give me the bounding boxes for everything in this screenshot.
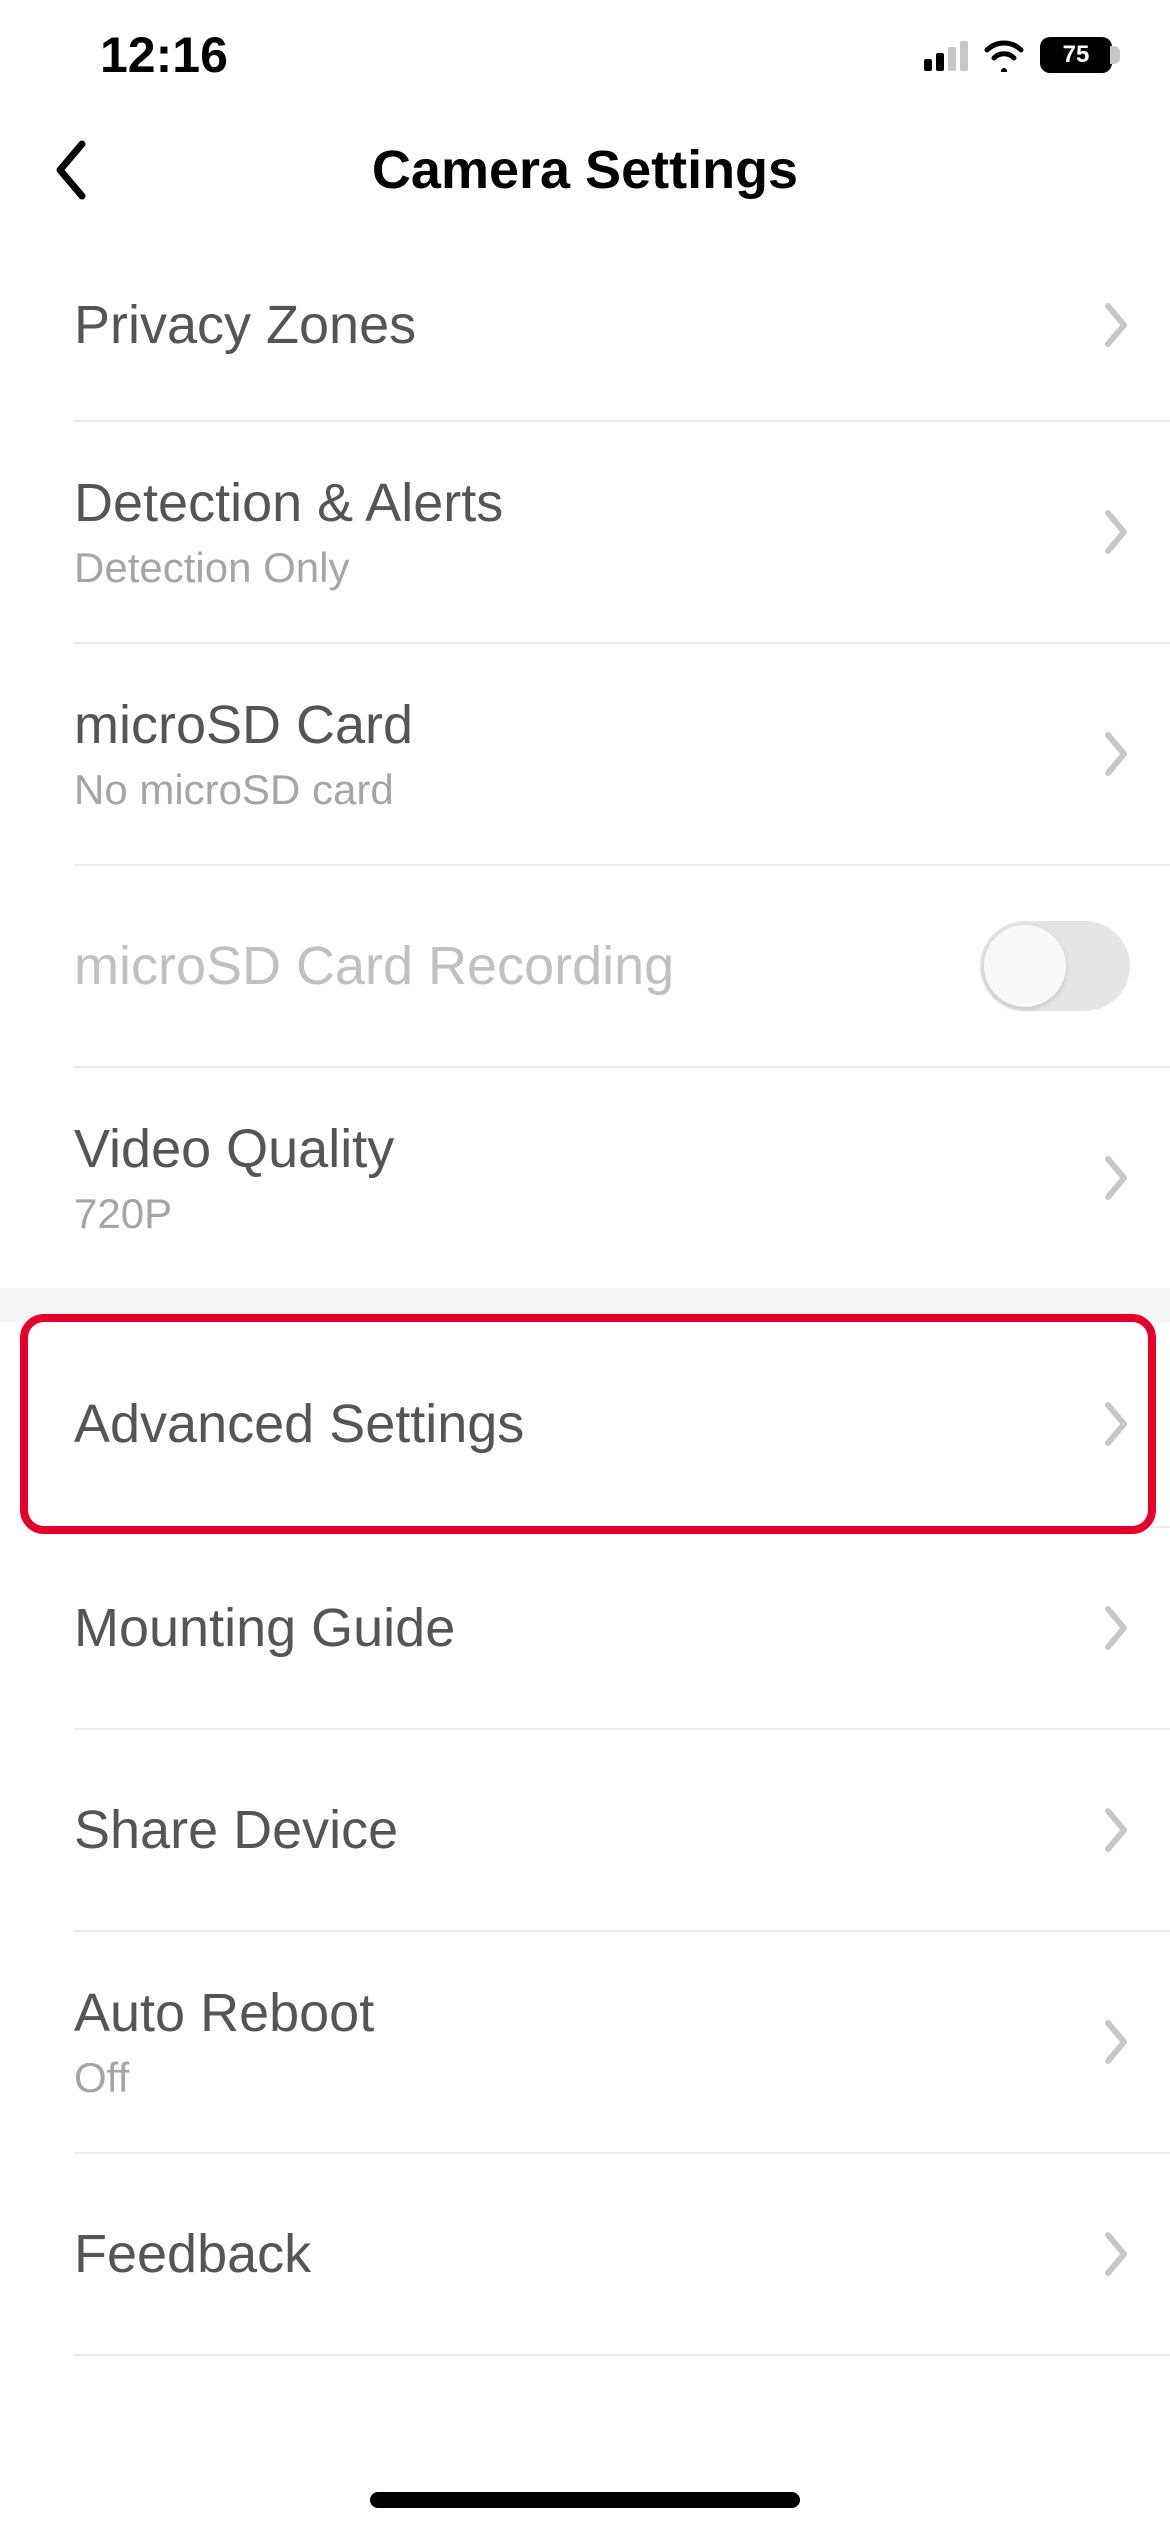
status-icons: 75 <box>924 37 1120 73</box>
chevron-right-icon <box>1104 509 1130 555</box>
chevron-right-icon <box>1104 731 1130 777</box>
row-sublabel: No microSD card <box>74 766 413 814</box>
row-label: Advanced Settings <box>74 1393 524 1455</box>
row-microsd-recording: microSD Card Recording <box>0 866 1170 1066</box>
row-label: Privacy Zones <box>74 294 416 356</box>
row-sublabel: 720P <box>74 1190 394 1238</box>
chevron-right-icon <box>1104 1401 1130 1447</box>
row-video-quality[interactable]: Video Quality 720P <box>0 1068 1170 1288</box>
row-sublabel: Off <box>74 2054 374 2102</box>
row-label: Video Quality <box>74 1118 394 1180</box>
chevron-right-icon <box>1104 1605 1130 1651</box>
back-button[interactable] <box>40 130 100 210</box>
cellular-icon <box>924 39 968 71</box>
row-label: microSD Card <box>74 694 413 756</box>
battery-icon: 75 <box>1040 37 1120 73</box>
row-microsd-card[interactable]: microSD Card No microSD card <box>0 644 1170 864</box>
settings-section-1: Privacy Zones Detection & Alerts Detecti… <box>0 230 1170 1288</box>
chevron-right-icon <box>1104 2019 1130 2065</box>
chevron-right-icon <box>1104 1807 1130 1853</box>
microsd-recording-toggle[interactable] <box>980 921 1130 1011</box>
row-sublabel: Detection Only <box>74 544 503 592</box>
home-indicator[interactable] <box>370 2492 800 2508</box>
row-label: Auto Reboot <box>74 1982 374 2044</box>
row-mounting-guide[interactable]: Mounting Guide <box>0 1528 1170 1728</box>
row-label: Share Device <box>74 1799 398 1861</box>
nav-header: Camera Settings <box>0 110 1170 230</box>
row-feedback[interactable]: Feedback <box>0 2154 1170 2354</box>
settings-section-2: Advanced Settings Mounting Guide Share D… <box>0 1322 1170 2356</box>
row-advanced-settings[interactable]: Advanced Settings <box>0 1322 1170 1526</box>
row-label: Feedback <box>74 2223 311 2285</box>
chevron-right-icon <box>1104 302 1130 348</box>
row-detection-alerts[interactable]: Detection & Alerts Detection Only <box>0 422 1170 642</box>
row-share-device[interactable]: Share Device <box>0 1730 1170 1930</box>
status-time: 12:16 <box>0 26 228 84</box>
row-label: Detection & Alerts <box>74 472 503 534</box>
toggle-knob <box>984 925 1066 1007</box>
row-auto-reboot[interactable]: Auto Reboot Off <box>0 1932 1170 2152</box>
chevron-left-icon <box>52 138 88 202</box>
wifi-icon <box>982 38 1026 72</box>
status-bar: 12:16 75 <box>0 0 1170 110</box>
row-privacy-zones[interactable]: Privacy Zones <box>0 230 1170 420</box>
section-separator <box>0 1288 1170 1322</box>
row-label: Mounting Guide <box>74 1597 455 1659</box>
battery-level: 75 <box>1040 37 1112 73</box>
row-label: microSD Card Recording <box>74 935 674 997</box>
page-title: Camera Settings <box>372 139 798 201</box>
chevron-right-icon <box>1104 2231 1130 2277</box>
chevron-right-icon <box>1104 1155 1130 1201</box>
